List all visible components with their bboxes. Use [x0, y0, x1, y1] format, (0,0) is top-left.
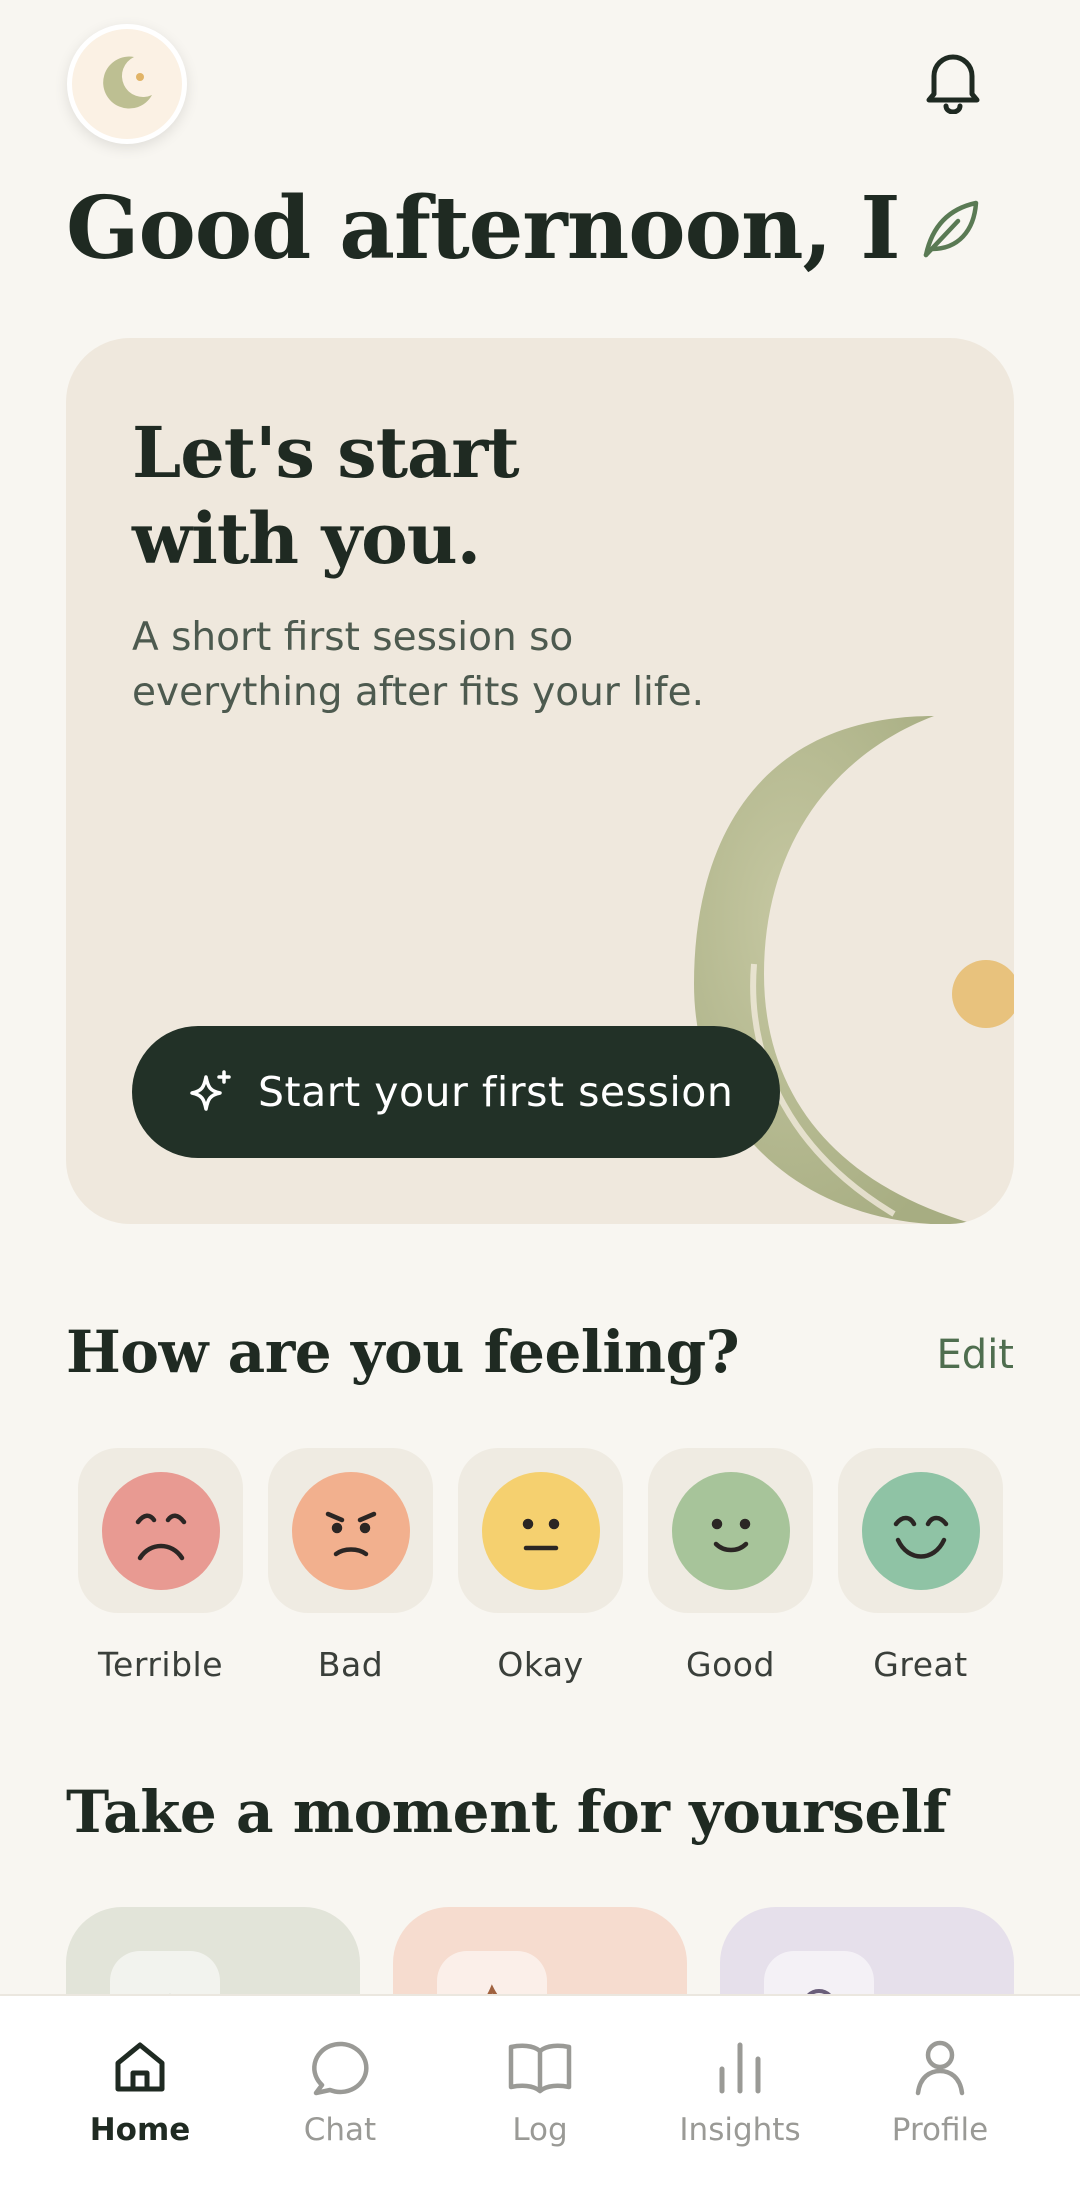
- book-icon: [507, 2032, 573, 2102]
- mood-tile[interactable]: [838, 1448, 1003, 1613]
- mood-label: Great: [873, 1645, 968, 1684]
- person-icon: [912, 2032, 968, 2102]
- mood-tile[interactable]: [648, 1448, 813, 1613]
- leaf-icon: [918, 197, 982, 261]
- mood-section-title: How are you feeling?: [66, 1318, 740, 1386]
- mood-label: Terrible: [98, 1645, 223, 1684]
- mood-tile[interactable]: [268, 1448, 433, 1613]
- hero-title: Let's start with you.: [132, 410, 652, 582]
- chat-bubble-icon: [308, 2032, 372, 2102]
- mood-terrible[interactable]: Terrible: [78, 1448, 243, 1684]
- mood-label: Good: [686, 1645, 775, 1684]
- mood-tile[interactable]: [78, 1448, 243, 1613]
- tab-home[interactable]: Home: [65, 1996, 215, 2201]
- bell-icon: [922, 48, 984, 118]
- tab-label: Profile: [891, 2112, 989, 2148]
- smile-face-icon: [671, 1471, 790, 1590]
- first-session-card: Let's start with you. A short first sess…: [66, 338, 1014, 1224]
- mood-label: Okay: [497, 1645, 584, 1684]
- neutral-face-icon: [481, 1471, 600, 1590]
- mood-label: Bad: [317, 1645, 384, 1684]
- tab-label: Chat: [303, 2112, 377, 2148]
- happy-face-icon: [861, 1471, 980, 1590]
- hero-title-line2: with you.: [132, 497, 481, 580]
- avatar[interactable]: [67, 24, 187, 144]
- angry-face-icon: [291, 1471, 410, 1590]
- mood-bad[interactable]: Bad: [268, 1448, 433, 1684]
- tab-label: Insights: [679, 2112, 801, 2148]
- hero-subtitle: A short first session so everything afte…: [132, 610, 772, 720]
- sad-face-icon: [101, 1471, 220, 1590]
- mood-tile[interactable]: [458, 1448, 623, 1613]
- tab-log[interactable]: Log: [465, 1996, 615, 2201]
- bottom-tab-bar: Home Chat Log Insights Profile: [0, 1994, 1080, 2201]
- tab-label: Log: [512, 2112, 568, 2148]
- hero-title-line1: Let's start: [132, 411, 520, 494]
- start-first-session-button[interactable]: Start your first session: [132, 1026, 780, 1158]
- hero-subtitle-line2: everything after fits your life.: [132, 670, 705, 715]
- mood-okay[interactable]: Okay: [458, 1448, 623, 1684]
- tab-label: Home: [89, 2112, 191, 2148]
- edit-moods-link[interactable]: Edit: [937, 1332, 1014, 1378]
- crescent-moon-icon: [96, 51, 158, 117]
- tab-insights[interactable]: Insights: [665, 1996, 815, 2201]
- mood-selector: Terrible Bad Okay Good Great: [78, 1448, 1003, 1684]
- greeting-text: Good afternoon, I: [66, 178, 901, 279]
- greeting-heading: Good afternoon, I: [66, 178, 982, 279]
- tab-chat[interactable]: Chat: [265, 1996, 415, 2201]
- mood-great[interactable]: Great: [838, 1448, 1003, 1684]
- mood-good[interactable]: Good: [648, 1448, 813, 1684]
- hero-subtitle-line1: A short first session so: [132, 615, 574, 660]
- bar-chart-icon: [712, 2032, 768, 2102]
- home-icon: [110, 2032, 170, 2102]
- notification-button[interactable]: [918, 48, 988, 118]
- cta-label: Start your first session: [258, 1068, 734, 1116]
- tab-profile[interactable]: Profile: [865, 1996, 1015, 2201]
- moment-section-title: Take a moment for yourself: [66, 1778, 947, 1846]
- sparkle-icon: [188, 1069, 234, 1115]
